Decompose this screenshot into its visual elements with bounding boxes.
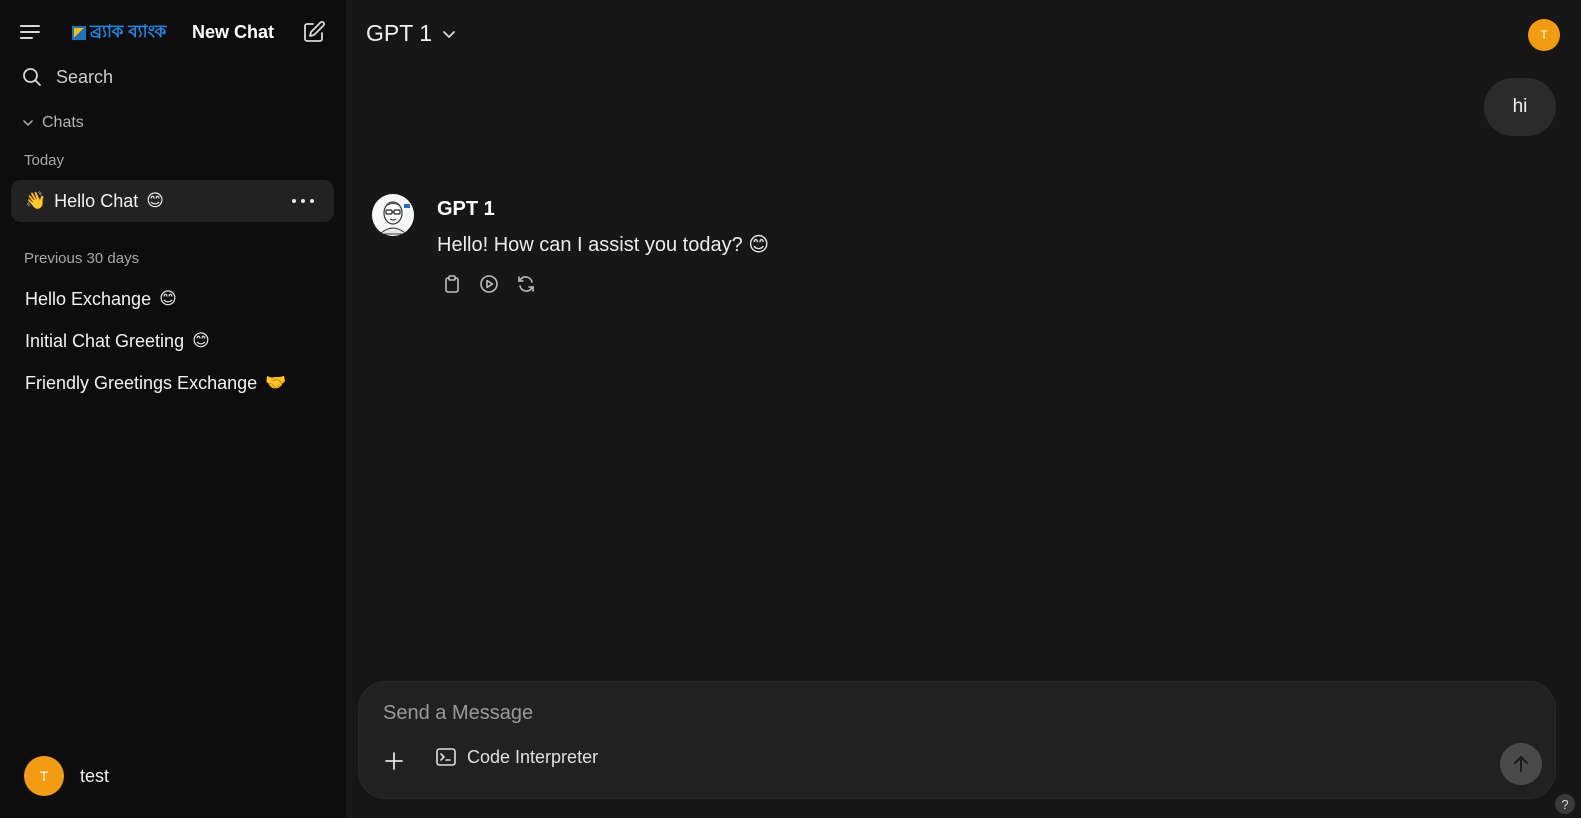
chat-item-friendly-greetings-exchange[interactable]: Friendly Greetings Exchange 🤝 (11, 362, 334, 404)
search-icon (23, 68, 41, 86)
user-message-bubble: hi (1484, 78, 1556, 136)
sidebar: ব্র্যাক ব্যাংক New Chat Search Chats Tod… (0, 0, 346, 818)
smile-emoji-icon: 😊 (159, 289, 177, 308)
chat-item-label: Initial Chat Greeting (25, 330, 185, 351)
search-label: Search (56, 66, 114, 87)
sidebar-header: ব্র্যাক ব্যাংক New Chat (0, 0, 346, 66)
chat-item-hello-exchange[interactable]: Hello Exchange 😊 (11, 278, 334, 320)
message-input[interactable] (383, 698, 1483, 728)
chevron-down-icon (443, 30, 455, 38)
help-button[interactable]: ? (1555, 794, 1575, 814)
smile-emoji-icon: 😊 (192, 331, 210, 350)
menu-icon[interactable] (20, 22, 44, 44)
chevron-down-icon (23, 120, 33, 126)
assistant-message: Hello! How can I assist you today? 😊 (437, 234, 770, 256)
avatar: T (24, 756, 64, 796)
handshake-emoji-icon: 🤝 (265, 373, 287, 392)
chats-section-label: Chats (42, 114, 84, 131)
plus-icon[interactable] (383, 750, 405, 772)
group-label-today: Today (24, 152, 65, 169)
send-button[interactable] (1500, 743, 1542, 785)
chat-item-label: Friendly Greetings Exchange (25, 372, 258, 393)
message-composer: Code Interpreter (358, 681, 1556, 799)
read-aloud-icon[interactable] (479, 274, 499, 294)
assistant-name: GPT 1 (437, 198, 495, 220)
copy-icon[interactable] (442, 274, 462, 294)
user-name: test (80, 765, 110, 786)
code-interpreter-label: Code Interpreter (467, 746, 599, 767)
regenerate-icon[interactable] (516, 274, 536, 294)
code-interpreter-button[interactable]: Code Interpreter (435, 746, 598, 768)
wave-emoji-icon: 👋 (25, 191, 47, 210)
terminal-icon (436, 748, 456, 766)
group-label-previous-30-days: Previous 30 days (24, 250, 140, 267)
edit-icon[interactable] (302, 20, 326, 44)
brand-text: ব্র্যাক ব্যাংক (90, 22, 166, 42)
more-options-icon[interactable] (292, 191, 314, 211)
chat-item-label: Hello Exchange (25, 288, 152, 309)
chat-item-initial-chat-greeting[interactable]: Initial Chat Greeting 😊 (11, 320, 334, 362)
search-button[interactable]: Search (12, 62, 334, 92)
model-name: GPT 1 (366, 20, 433, 46)
main-panel: GPT 1 T hi GPT 1 Hello! How can I assist… (346, 0, 1581, 818)
profile-avatar-button[interactable]: T (1528, 19, 1560, 51)
arrow-up-icon (1514, 756, 1528, 772)
new-chat-button[interactable]: New Chat (192, 22, 274, 43)
user-menu[interactable]: T test (24, 756, 109, 796)
brand-mark-icon (72, 26, 86, 40)
brand-logo: ব্র্যাক ব্যাংক (72, 22, 166, 44)
model-selector[interactable]: GPT 1 (366, 20, 456, 47)
chat-item-label: Hello Chat (54, 190, 139, 211)
smile-emoji-icon: 😊 (146, 191, 164, 210)
chats-section-toggle[interactable]: Chats (22, 114, 84, 132)
assistant-avatar (372, 194, 414, 236)
message-actions (442, 274, 536, 294)
chat-item-hello-chat[interactable]: 👋 Hello Chat 😊 (11, 180, 334, 222)
